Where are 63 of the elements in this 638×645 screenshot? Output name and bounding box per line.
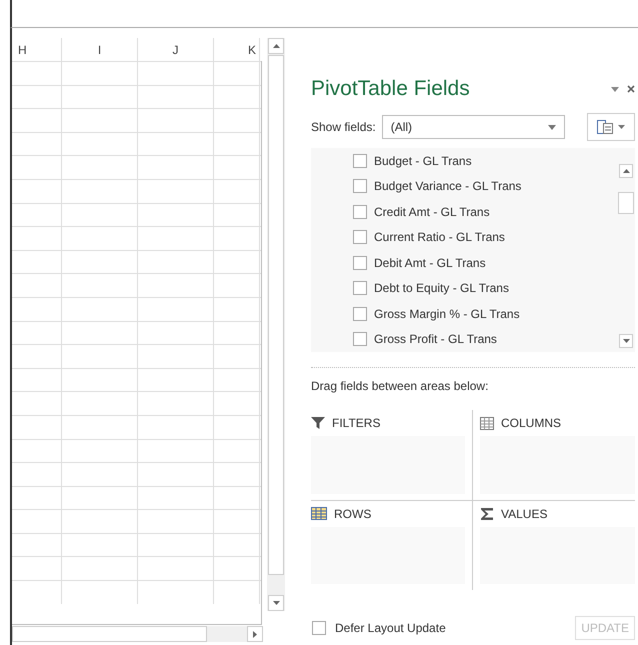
checkbox[interactable] (353, 281, 367, 296)
field-item[interactable]: Credit Amt - GL Trans (353, 199, 617, 224)
table-icon (480, 416, 494, 430)
scroll-right-button[interactable] (247, 626, 263, 642)
down-arrow-icon (272, 601, 280, 605)
show-fields-dropdown[interactable]: (All) (382, 115, 565, 139)
close-icon[interactable] (627, 85, 635, 93)
column-header[interactable]: J (138, 38, 214, 61)
checkbox[interactable] (353, 230, 367, 244)
up-arrow-icon (272, 44, 280, 48)
column-header[interactable]: I (62, 38, 138, 61)
area-label: VALUES (501, 506, 548, 522)
area-label: ROWS (334, 506, 372, 522)
checkbox[interactable] (353, 256, 367, 270)
filter-icon (311, 416, 325, 430)
checkbox[interactable] (353, 332, 367, 346)
field-item[interactable]: Budget - GL Trans (353, 148, 617, 174)
column-header[interactable]: H (12, 38, 62, 61)
checkbox[interactable] (353, 306, 367, 321)
drag-hint: Drag fields between areas below: (311, 378, 490, 395)
field-item[interactable]: Gross Margin % - GL Trans (353, 301, 617, 326)
field-label: Current Ratio - GL Trans (374, 229, 505, 246)
field-label: Credit Amt - GL Trans (374, 204, 490, 221)
field-item[interactable]: Budget Variance - GL Trans (353, 174, 617, 199)
area-label: FILTERS (332, 415, 380, 432)
field-label: Gross Profit - GL Trans (374, 331, 497, 348)
checkbox[interactable] (353, 204, 367, 219)
dropdown-arrow-icon (548, 124, 556, 130)
checkbox[interactable] (312, 621, 326, 635)
column-header[interactable]: K (214, 38, 260, 61)
scroll-up-button[interactable] (619, 164, 633, 178)
scroll-thumb[interactable] (618, 192, 634, 214)
field-label: Budget Variance - GL Trans (374, 178, 522, 196)
area-label: COLUMNS (501, 415, 562, 432)
checkbox[interactable] (353, 179, 367, 194)
field-item[interactable]: Gross Profit - GL Trans (353, 326, 617, 352)
field-item[interactable]: Current Ratio - GL Trans (353, 224, 617, 250)
up-arrow-icon (622, 169, 630, 173)
field-item[interactable]: Debit Amt - GL Trans (353, 250, 617, 276)
sigma-icon (480, 506, 494, 520)
layout-button[interactable] (587, 113, 635, 141)
table-icon (311, 507, 327, 520)
right-arrow-icon (253, 630, 257, 638)
field-label: Budget - GL Trans (374, 152, 472, 170)
scroll-down-button[interactable] (619, 334, 633, 348)
vertical-scrollbar[interactable] (267, 38, 285, 611)
horizontal-scrollbar[interactable] (12, 626, 247, 642)
panel-title: PivotTable Fields (311, 76, 470, 102)
field-item[interactable]: Debt to Equity - GL Trans (353, 276, 617, 301)
dropdown-arrow-icon[interactable] (611, 86, 619, 92)
field-label: Debit Amt - GL Trans (374, 254, 486, 272)
down-arrow-icon (622, 339, 630, 343)
show-fields-label: Show fields: (311, 119, 376, 136)
dropdown-arrow-icon (618, 125, 625, 129)
field-label: Debt to Equity - GL Trans (374, 280, 509, 298)
scroll-thumb[interactable] (268, 55, 284, 575)
checkbox[interactable] (353, 154, 367, 168)
scroll-up-button[interactable] (268, 38, 284, 54)
layout-icon (597, 120, 613, 134)
defer-label: Defer Layout Update (335, 620, 446, 637)
scroll-thumb[interactable] (12, 626, 207, 642)
field-label: Gross Margin % - GL Trans (374, 306, 520, 323)
scroll-down-button[interactable] (268, 595, 284, 611)
